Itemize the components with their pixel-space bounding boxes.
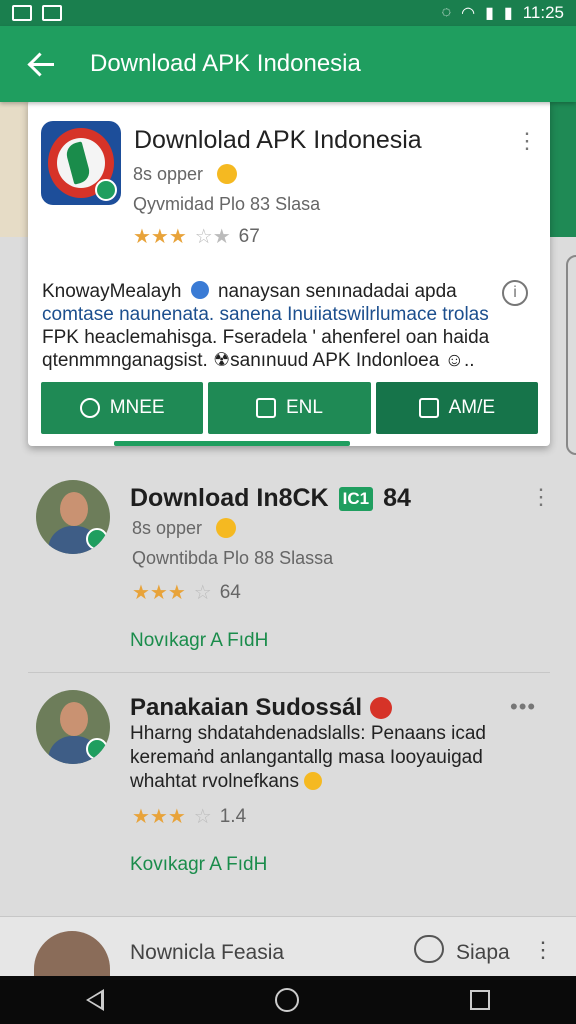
chat-icon[interactable] [414,935,444,963]
background-panel-left [0,102,30,237]
avatar[interactable] [36,480,110,554]
desc-line4: qtenmmnganagsist. ☢sanınuud APK Indonloe… [42,350,475,371]
list-item-meta: Qowntibda Plo 88 Slassa [132,548,334,568]
bottom-label[interactable]: Nowniclа Feasia [130,941,284,965]
app-logo-icon[interactable] [41,121,121,205]
stars-icon: ★★★ [133,226,187,248]
gallery-notification-icon [12,5,32,21]
list-item-description: Hharng shdatahdenadslalls: Penaans icad … [130,722,530,794]
desc-line3: FPK heaclemahisga. Fseradela ' ahenferel… [42,327,490,348]
card-subtitle: 8s opper [133,164,204,184]
list-item-title: Panakaian Sudossál [130,694,363,721]
card-rating-value: 67 [238,225,260,247]
chat-label[interactable]: Siapa [456,941,510,965]
card-meta: Qyvmidad Plo 83 Slasa [133,194,321,214]
nav-back-icon[interactable] [85,989,104,1011]
mnee-button-label: MNEE [109,397,165,418]
bottom-more-icon[interactable]: ⋮ [532,937,554,963]
list-item-rating-value: 1.4 [219,805,247,827]
empty-star-icon: ☆ [193,582,212,604]
nav-home-icon[interactable] [274,988,299,1012]
list-item-link[interactable]: Kovıkagr A FıdH [130,854,267,876]
desc-verified-icon [190,281,209,299]
enl-button-label: ENL [286,397,323,418]
status-time: 11:25 [522,3,564,22]
list-item-link[interactable]: Novıkagr A FıdH [130,630,268,652]
desc-line1-text: nanaysan senınadadai apda [217,281,457,302]
list-item-tag-number: 84 [383,484,411,512]
back-arrow-icon[interactable] [26,46,62,82]
card-action-buttons: MNEE ENL AM/E [41,382,538,434]
alert-badge-icon [370,697,393,719]
list-item-subtitle: 8s opper [132,518,203,538]
featured-app-card: Downlolad APK Indonesia ⋮ 8s opper Qyvmi… [28,100,550,446]
verified-badge-icon [86,738,108,760]
list-item-title-row: Download In8CK IC1 84 [130,484,411,513]
card-description: KnowayMealayh nanaysan senınadadai apda … [42,280,522,372]
empty-star-icon: ☆ [193,806,212,828]
list-item-more-icon[interactable]: ⋮ [530,484,552,510]
emoji-icon [304,772,323,790]
card-more-icon[interactable]: ⋮ [516,128,538,154]
avatar-face [60,702,88,736]
list-item-more-icon[interactable]: ••• [510,694,536,720]
nav-recent-icon[interactable] [470,990,491,1010]
info-icon[interactable]: i [502,280,528,306]
list-item-rating-value: 64 [219,581,241,603]
tab-indicator [114,441,350,446]
wifi-icon: ◠ [461,5,476,22]
desc-line2: comtase naunenata. sanena Inuiiatswilrlu… [42,304,489,325]
app-notification-icon [42,5,62,21]
empty-star-icon: ☆★ [194,226,231,248]
avatar-face [60,492,88,526]
app-bar-title: Download APK Indonesia [90,50,361,77]
card-rating: ★★★ ☆★ 67 [133,224,260,249]
desc-author: KnowayMealayh [42,281,182,302]
stars-icon: ★★★ [132,582,186,604]
background-device-edge [566,255,576,455]
app-bar: Download APK Indonesia [0,26,576,102]
card-title: Downlolad APK Indonesia [134,126,422,154]
signal-icon: ▮ [485,5,494,22]
verified-badge-icon [86,528,108,550]
bottom-bar: Nowniclа Feasia Siapa ⋮ [0,916,576,991]
list-item-title: Download In8CK [130,484,329,512]
list-item-rating: ★★★ ☆ 1.4 [132,804,246,829]
list-item-tag: IC1 [338,486,374,511]
status-bar: ◌ ◠ ▮ ▮ 11:25 [0,0,576,26]
list-item-title-row: Panakaian Sudossál [130,694,393,722]
vibrate-icon: ◌ [441,4,452,21]
list-item[interactable]: Download In8CK IC1 84 ⋮ 8s opper Qowntib… [28,458,552,673]
card-subtitle-row: 8s opper [133,164,238,185]
list-item-rating: ★★★ ☆ 64 [132,580,241,605]
music-icon [256,398,276,418]
mnee-button[interactable]: MNEE [41,382,204,434]
emoji-icon [216,518,237,538]
stars-icon: ★★★ [132,806,186,828]
ame-button-label: AM/E [448,397,496,418]
ame-button[interactable]: AM/E [375,382,538,434]
verified-badge-icon [95,179,117,201]
background-panel-right [550,102,576,237]
clock-icon [79,398,100,418]
share-icon [418,398,439,418]
battery-icon: ▮ [503,5,513,22]
app-list: Download In8CK IC1 84 ⋮ 8s opper Qowntib… [28,458,552,875]
emoji-icon [217,164,238,184]
system-nav-bar [0,976,576,1024]
list-item-subtitle-row: 8s opper [132,518,237,539]
enl-button[interactable]: ENL [208,382,371,434]
avatar[interactable] [36,690,110,764]
